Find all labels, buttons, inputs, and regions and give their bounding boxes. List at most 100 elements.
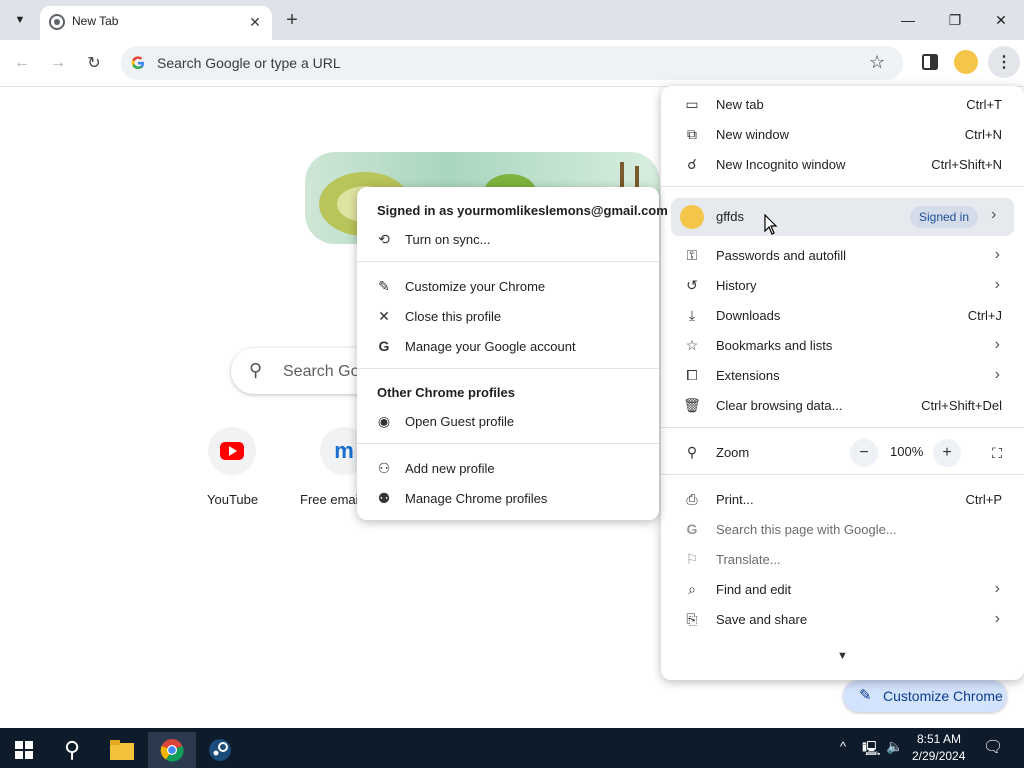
menu-item-label: Clear browsing data... [716,398,843,413]
menu-more-chevron-icon[interactable]: ▼ [837,650,848,662]
show-hidden-icons-icon[interactable]: ^ [840,739,846,754]
google-g-icon: G [686,521,698,537]
shortcut-youtube[interactable] [208,427,256,475]
new-window-icon: ⧉ [687,125,697,142]
menu-item-label: Save and share [716,612,808,627]
shortcut-label: YouTube [207,492,259,507]
window-close-icon[interactable]: ✕ [978,6,1024,34]
taskbar-time[interactable]: 8:51 AM [917,732,961,746]
menu-item-extensions[interactable]: ⧠ Extensions › [661,360,1024,390]
bookmark-star-icon[interactable]: ☆ [869,52,885,73]
menu-item-profile[interactable]: gffds Signed in › [671,198,1014,236]
menu-item-print[interactable]: ⎙ Print... Ctrl+P [661,484,1024,514]
menu-item-shortcut: Ctrl+Shift+N [931,157,1002,172]
windows-start-icon[interactable] [0,732,48,768]
menu-item-passwords-autofill[interactable]: ⚿ Passwords and autofill › [661,240,1024,270]
pencil-icon: ✎ [859,687,872,704]
google-g-icon [131,56,144,69]
sync-off-icon: ⟲ [378,230,390,247]
chevron-right-icon: › [994,276,1000,293]
file-explorer-icon[interactable] [98,732,146,768]
side-panel-icon[interactable] [918,50,942,74]
m-icon: m [334,438,354,463]
mouse-cursor-icon [764,214,778,235]
minimize-icon[interactable]: — [885,6,931,34]
menu-item-save-share[interactable]: ⎘ Save and share › [661,604,1024,634]
menu-item-downloads[interactable]: ⤓ Downloads Ctrl+J [661,300,1024,330]
taskbar-date[interactable]: 2/29/2024 [912,749,965,763]
menu-item-shortcut: Ctrl+P [965,492,1002,507]
key-icon: ⚿ [686,246,698,263]
puzzle-icon: ⧠ [686,366,698,383]
trash-icon: 🗑 [683,396,701,413]
open-guest-profile-item[interactable]: ◉ Open Guest profile [357,406,659,436]
menu-item-new-incognito-window[interactable]: ☌ New Incognito window Ctrl+Shift+N [661,149,1024,179]
notifications-icon[interactable]: 🗨 [983,737,1003,757]
menu-item-new-window[interactable]: ⧉ New window Ctrl+N [661,119,1024,149]
steam-icon[interactable] [196,732,244,768]
menu-item-label: Bookmarks and lists [716,338,833,353]
submenu-item-label: Customize your Chrome [405,279,546,294]
menu-item-search-page-google: G Search this page with Google... [661,514,1024,544]
menu-item-history[interactable]: ↺ History › [661,270,1024,300]
menu-item-new-tab[interactable]: ▭ New tab Ctrl+T [661,89,1024,119]
ntp-search-placeholder: Search Goo [283,363,369,380]
other-profiles-heading: Other Chrome profiles [377,385,515,400]
fullscreen-icon[interactable]: ⛶ [983,439,1011,467]
account-circle-icon: ◉ [377,412,391,429]
manage-google-account-item[interactable]: G Manage your Google account [357,331,659,361]
manage-chrome-profiles-item[interactable]: ⚉ Manage Chrome profiles [357,483,659,513]
zoom-in-button[interactable]: + [933,439,961,467]
volume-muted-icon[interactable]: 🔈 [886,738,903,755]
restore-icon[interactable]: ❐ [932,6,978,34]
submenu-separator [357,443,659,444]
customize-chrome-label: Customize Chrome [883,688,1003,704]
search-icon: ⚲ [249,360,263,380]
submenu-item-label: Turn on sync... [405,232,491,247]
menu-item-label: New tab [716,97,764,112]
chrome-menu-kebab-icon[interactable]: ⋮ [988,46,1020,78]
forward-arrow-icon[interactable]: → [44,49,72,77]
menu-item-clear-browsing-data[interactable]: 🗑 Clear browsing data... Ctrl+Shift+Del [661,390,1024,420]
turn-on-sync-item[interactable]: ⟲ Turn on sync... [357,224,659,254]
menu-item-shortcut: Ctrl+T [966,97,1002,112]
tab-close-icon[interactable]: ✕ [246,13,264,31]
tab-search-chevron-icon[interactable]: ▼ [8,8,32,32]
new-tab-icon: ▭ [685,95,699,112]
zoom-out-button[interactable]: − [850,439,878,467]
profile-avatar-button[interactable] [954,50,978,74]
print-icon: ⎙ [686,490,698,507]
menu-separator [661,186,1024,187]
menu-item-bookmarks-lists[interactable]: ☆ Bookmarks and lists › [661,330,1024,360]
omnibox[interactable]: Search Google or type a URL ☆ [121,46,903,80]
submenu-item-label: Add new profile [405,461,495,476]
reload-icon[interactable]: ↻ [80,49,108,77]
customize-your-chrome-item[interactable]: ✎ Customize your Chrome [357,271,659,301]
menu-separator [661,474,1024,475]
menu-item-label: Search this page with Google... [716,522,897,537]
signed-in-as-heading: Signed in as yourmomlikeslemons@gmail.co… [377,203,668,218]
submenu-item-label: Manage Chrome profiles [405,491,548,506]
menu-item-label: Downloads [716,308,781,323]
add-new-profile-item[interactable]: ⚇ Add new profile [357,453,659,483]
network-icon[interactable]: 🖳 [862,738,881,762]
chevron-right-icon: › [994,336,1000,353]
incognito-icon: ☌ [687,155,697,172]
tab-new-tab[interactable]: New Tab ✕ [40,6,272,40]
submenu-separator [357,261,659,262]
menu-item-label: Print... [716,492,754,507]
close-profile-item[interactable]: ✕ Close this profile [357,301,659,331]
person-add-icon: ⚇ [377,459,391,476]
new-tab-button[interactable]: + [280,8,304,32]
save-share-icon: ⎘ [686,610,698,627]
chevron-right-icon: › [991,206,997,223]
menu-item-label: Extensions [716,368,780,383]
back-arrow-icon[interactable]: ← [8,49,36,77]
customize-chrome-button[interactable]: ✎ Customize Chrome [843,680,1007,712]
history-icon: ↺ [686,276,698,293]
close-icon: ✕ [378,307,390,324]
menu-item-find-edit[interactable]: ⌕ Find and edit › [661,574,1024,604]
chrome-taskbar-icon[interactable] [148,732,196,768]
tab-strip: ▼ New Tab ✕ + — ❐ ✕ [0,0,1024,40]
taskbar-search-icon[interactable]: ⚲ [48,732,96,768]
